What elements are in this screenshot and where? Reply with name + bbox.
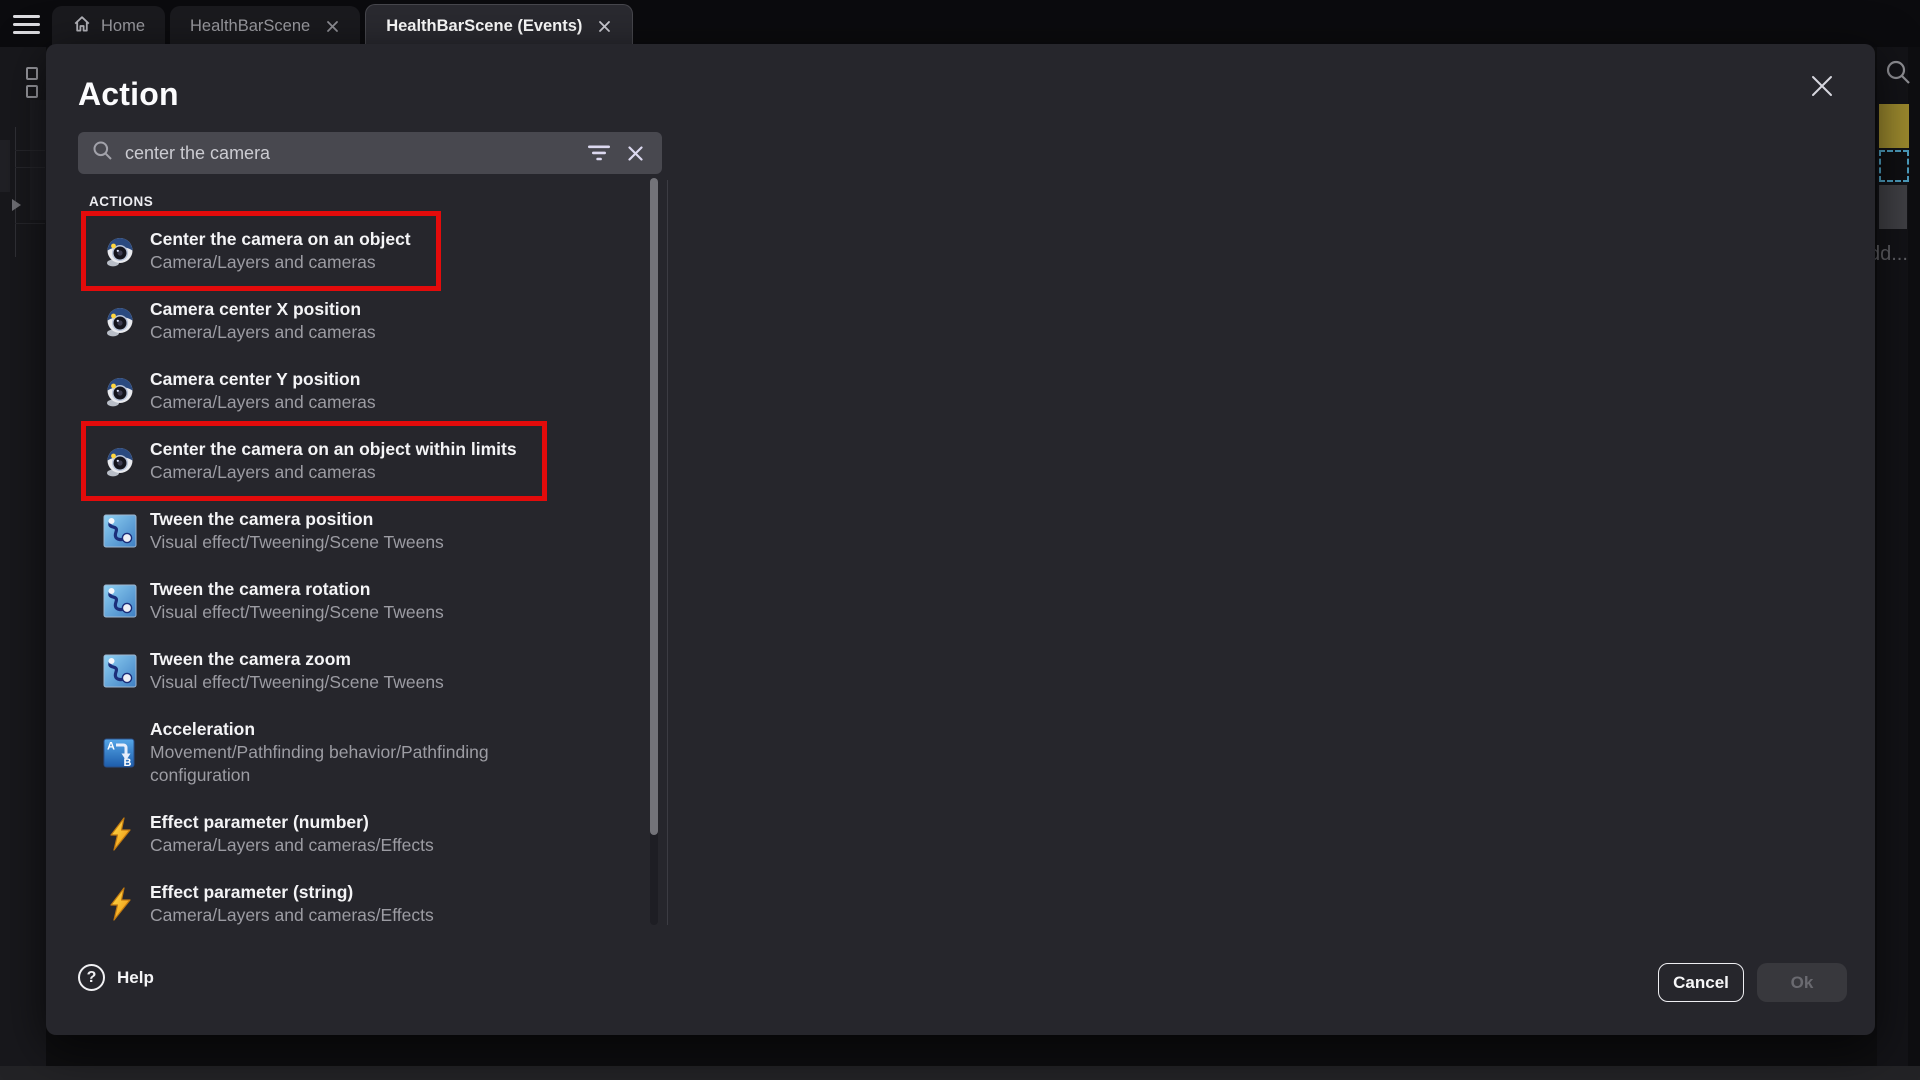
close-icon	[1810, 74, 1834, 103]
tab-home[interactable]: Home	[52, 6, 165, 47]
action-item-title: Effect parameter (number)	[150, 811, 434, 834]
tab-healthbarscene[interactable]: HealthBarScene	[170, 6, 360, 47]
action-item-title: Tween the camera rotation	[150, 578, 444, 601]
tab-label: HealthBarScene	[190, 17, 310, 36]
action-item-subtitle: Camera/Layers and cameras	[150, 391, 376, 414]
event-block-selected[interactable]	[1879, 150, 1909, 182]
filter-icon[interactable]	[585, 142, 613, 164]
action-list: ACTIONS Center the camera on an objectCa…	[78, 180, 650, 926]
clear-search-icon[interactable]	[625, 143, 646, 164]
action-list-item[interactable]: Effect parameter (string)Camera/Layers a…	[78, 876, 448, 926]
help-button[interactable]: ? Help	[78, 964, 154, 991]
help-label: Help	[117, 968, 154, 988]
action-item-title: Tween the camera position	[150, 508, 444, 531]
search-icon	[92, 140, 113, 166]
scrollbar-track[interactable]	[650, 178, 658, 925]
event-collapse-arrow-icon[interactable]	[12, 199, 21, 211]
webcam-icon	[103, 444, 137, 478]
dialog-close-button[interactable]	[1804, 70, 1840, 106]
hamburger-menu-icon[interactable]	[13, 15, 41, 34]
tab-label: Home	[101, 17, 145, 36]
editor-bottom-bar	[0, 1066, 1920, 1080]
close-icon[interactable]	[597, 19, 612, 34]
event-block-highlighted[interactable]	[1879, 104, 1909, 148]
action-item-title: Effect parameter (string)	[150, 881, 434, 904]
dialog-title: Action	[78, 76, 179, 113]
tween-icon	[103, 584, 137, 618]
svg-text:A: A	[107, 740, 115, 752]
action-item-title: Acceleration	[150, 718, 570, 741]
action-item-title: Camera center Y position	[150, 368, 376, 391]
action-list-item[interactable]: Effect parameter (number)Camera/Layers a…	[78, 806, 448, 862]
action-list-item[interactable]: Camera center X positionCamera/Layers an…	[78, 293, 390, 349]
event-row-fragment	[0, 140, 10, 192]
section-header: ACTIONS	[89, 194, 650, 209]
close-icon[interactable]	[325, 19, 340, 34]
action-list-item[interactable]: Tween the camera zoomVisual effect/Tween…	[78, 643, 458, 699]
action-list-item[interactable]: Center the camera on an object within li…	[78, 433, 531, 489]
event-tree-line	[15, 167, 45, 168]
tab-label: HealthBarScene (Events)	[386, 17, 582, 36]
topbar: Home HealthBarScene HealthBarScene (Even…	[0, 0, 1920, 47]
scrollbar-thumb[interactable]	[650, 178, 658, 835]
action-item-title: Camera center X position	[150, 298, 376, 321]
events-editor-left-edge	[0, 47, 46, 1066]
event-tree-line	[15, 150, 45, 151]
tween-icon	[103, 654, 137, 688]
event-tree-line	[15, 127, 16, 257]
action-list-item[interactable]: Center the camera on an objectCamera/Lay…	[78, 223, 425, 279]
action-item-title: Center the camera on an object	[150, 228, 411, 251]
action-item-subtitle: Camera/Layers and cameras	[150, 251, 411, 274]
cancel-button[interactable]: Cancel	[1658, 963, 1744, 1002]
search-input[interactable]	[125, 143, 573, 164]
action-item-subtitle: Camera/Layers and cameras/Effects	[150, 834, 434, 857]
tab-bar: Home HealthBarScene HealthBarScene (Even…	[52, 4, 633, 47]
event-block[interactable]	[1879, 185, 1907, 229]
action-item-title: Center the camera on an object within li…	[150, 438, 517, 461]
lightning-icon	[103, 817, 137, 851]
webcam-icon	[103, 374, 137, 408]
action-item-subtitle: Visual effect/Tweening/Scene Tweens	[150, 531, 444, 554]
webcam-icon	[103, 234, 137, 268]
event-tree-line	[15, 223, 45, 224]
action-item-subtitle: Camera/Layers and cameras	[150, 461, 517, 484]
action-item-subtitle: Visual effect/Tweening/Scene Tweens	[150, 671, 444, 694]
action-list-item[interactable]: Tween the camera positionVisual effect/T…	[78, 503, 458, 559]
editor-gutter	[1908, 47, 1920, 1066]
action-list-item[interactable]: A B AccelerationMovement/Pathfinding beh…	[78, 713, 584, 792]
action-list-item[interactable]: Tween the camera rotationVisual effect/T…	[78, 573, 458, 629]
action-item-subtitle: Camera/Layers and cameras/Effects	[150, 904, 434, 926]
action-search-bar	[78, 132, 662, 174]
layout-panels-icon[interactable]	[26, 67, 40, 99]
action-list-item[interactable]: Camera center Y positionCamera/Layers an…	[78, 363, 390, 419]
action-item-title: Tween the camera zoom	[150, 648, 444, 671]
help-icon: ?	[78, 964, 105, 991]
ok-button[interactable]: Ok	[1757, 963, 1847, 1002]
search-icon[interactable]	[1884, 58, 1912, 91]
tween-icon	[103, 514, 137, 548]
events-editor-right-edge: dd...	[1877, 47, 1920, 1066]
home-icon	[72, 14, 92, 39]
list-divider	[667, 180, 668, 925]
lightning-icon	[103, 887, 137, 921]
action-item-subtitle: Camera/Layers and cameras	[150, 321, 376, 344]
pathfinding-icon: A B	[103, 736, 137, 770]
action-item-subtitle: Visual effect/Tweening/Scene Tweens	[150, 601, 444, 624]
action-item-subtitle: Movement/Pathfinding behavior/Pathfindin…	[150, 741, 570, 787]
action-dialog: Action ACTIONS	[46, 44, 1875, 1035]
event-row-fragment	[30, 100, 46, 220]
svg-text:B: B	[124, 757, 132, 769]
webcam-icon	[103, 304, 137, 338]
tab-healthbarscene-events[interactable]: HealthBarScene (Events)	[365, 4, 633, 47]
